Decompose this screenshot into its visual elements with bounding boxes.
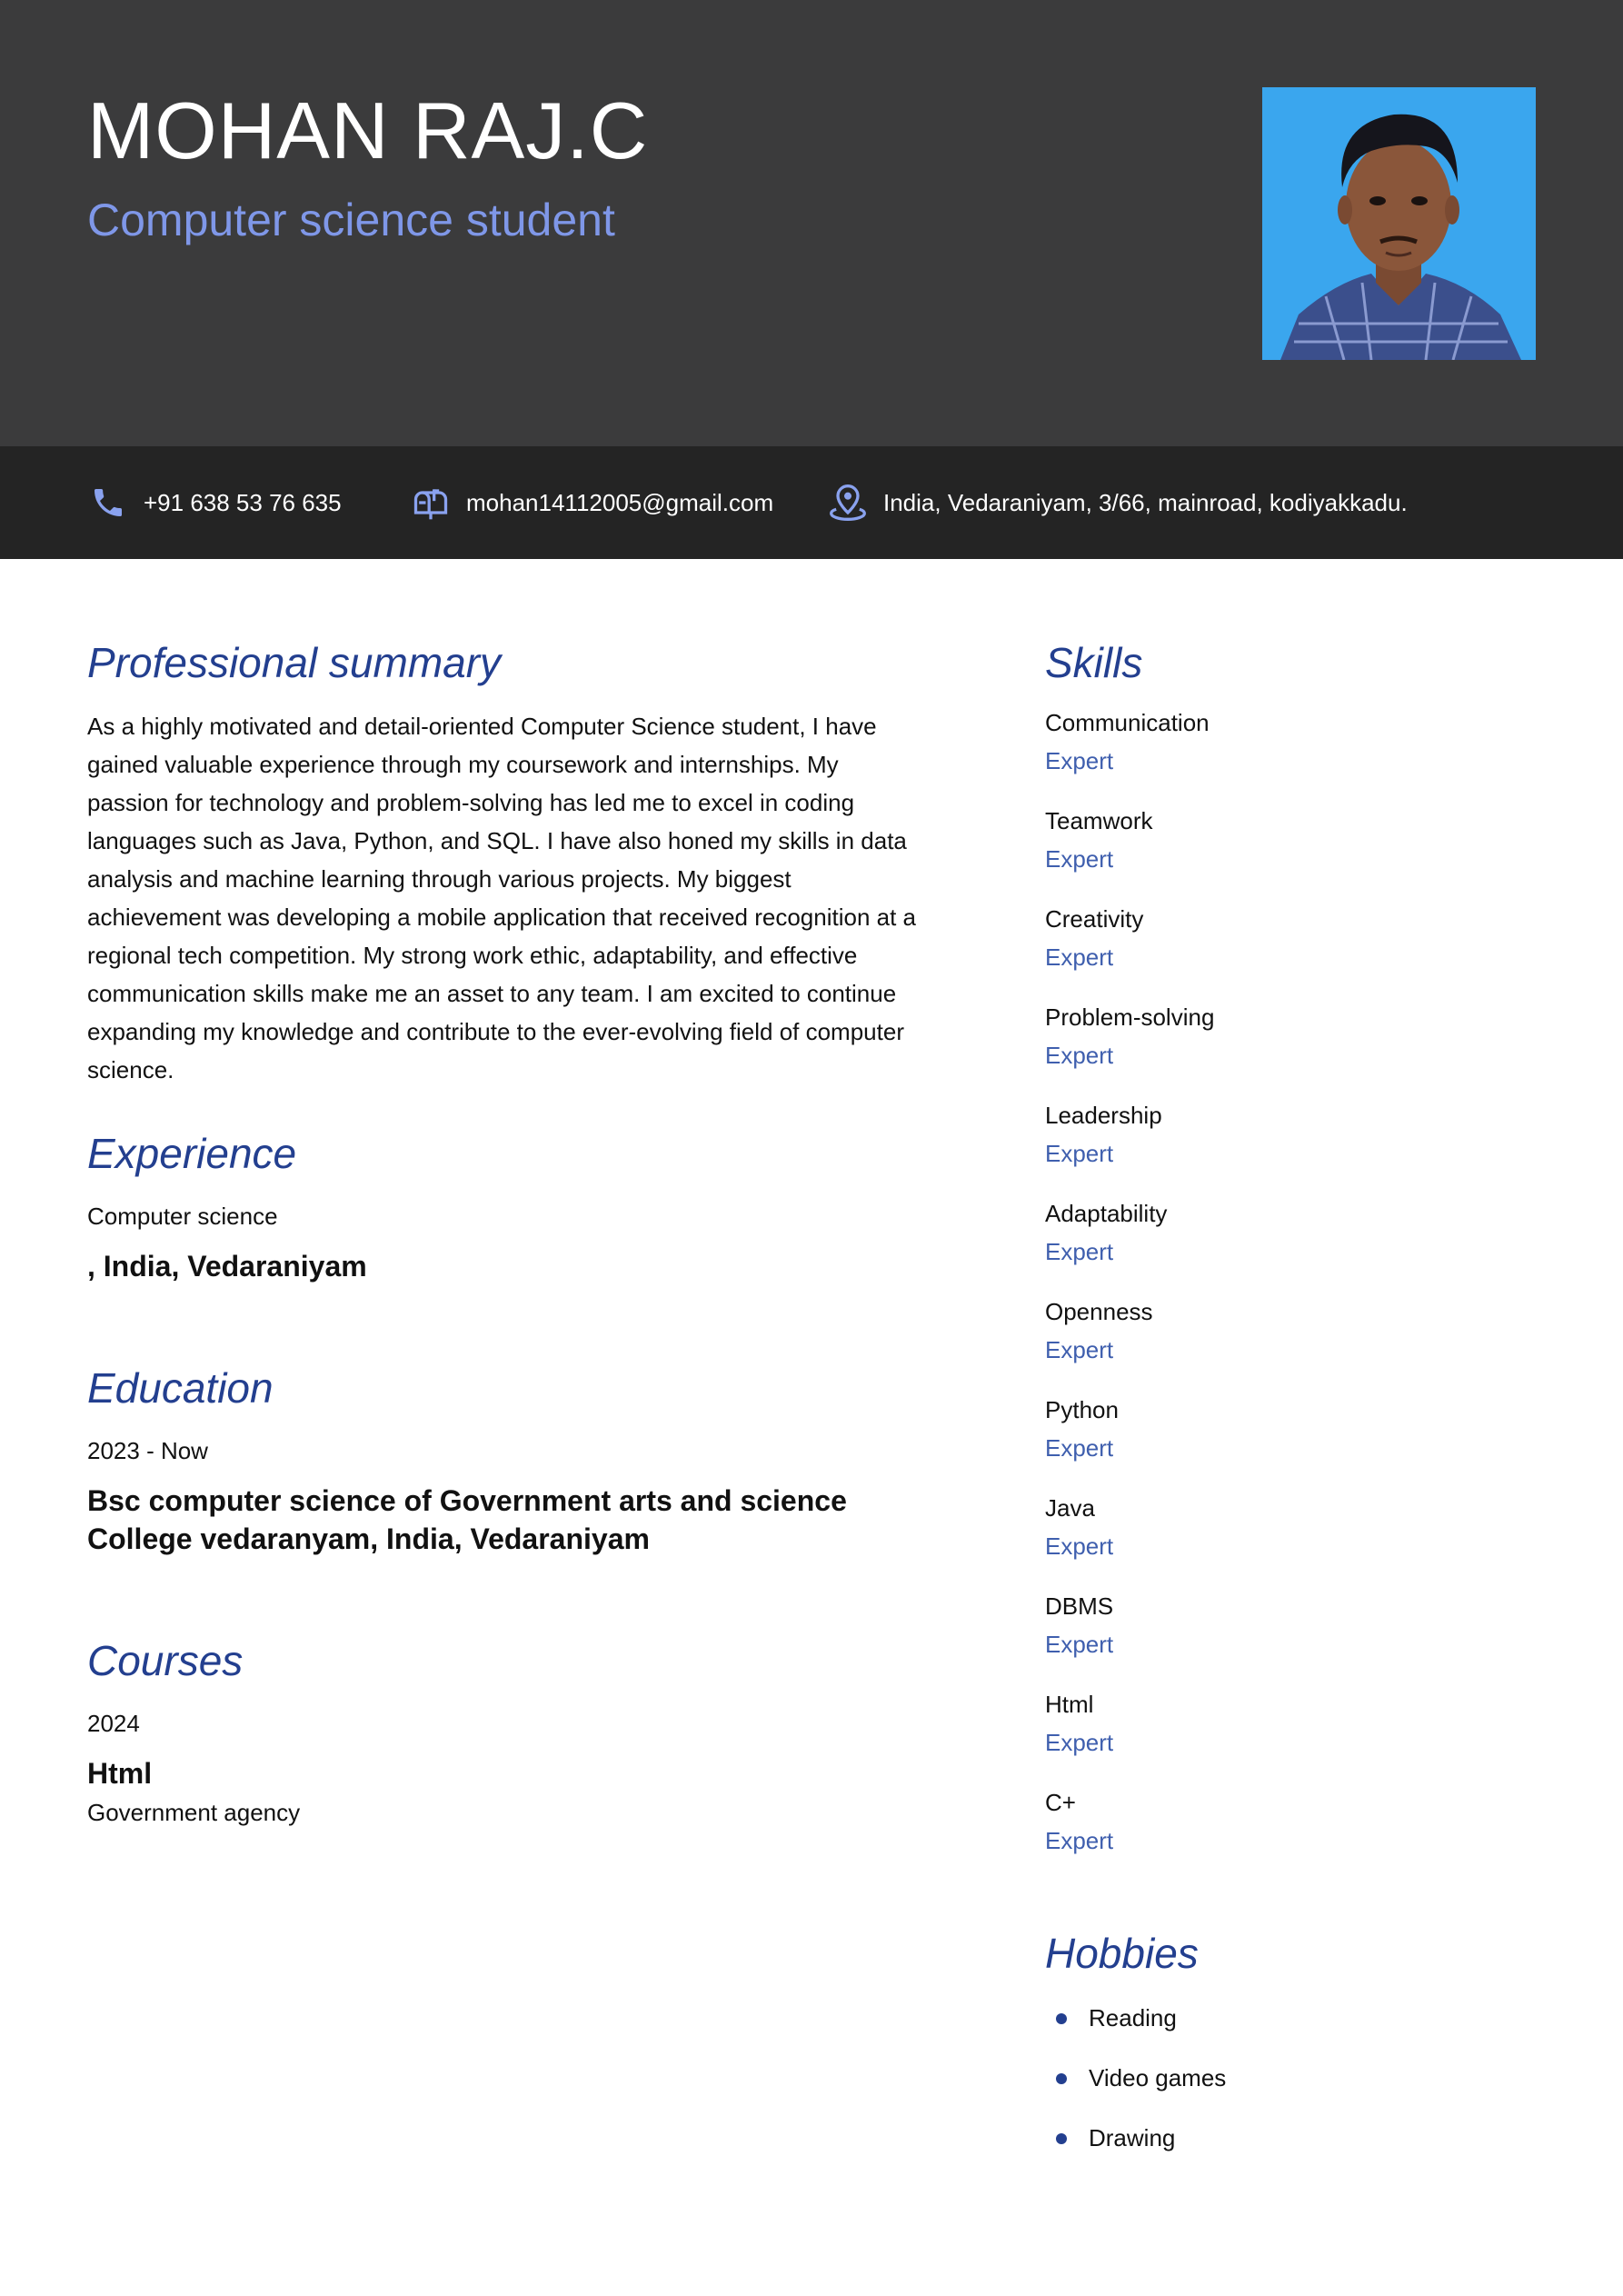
skill-item: Adaptability Expert: [1045, 1194, 1554, 1271]
skills-heading: Skills: [1045, 639, 1143, 686]
email-address: mohan14112005@gmail.com: [466, 488, 774, 516]
summary-section: Professional summary As a highly motivat…: [87, 636, 923, 1089]
right-column: Skills Communication Expert Teamwork Exp…: [1045, 636, 1554, 2169]
skill-name: DBMS: [1045, 1592, 1114, 1620]
hobbies-heading: Hobbies: [1045, 1929, 1199, 1977]
skill-level: Expert: [1045, 1728, 1114, 1756]
skill-name: C+: [1045, 1788, 1076, 1816]
hobby-item: Drawing: [1045, 2109, 1554, 2169]
skill-level: Expert: [1045, 1041, 1114, 1069]
courses-section: Courses 2024 Html Government agency: [87, 1634, 300, 1828]
hobby-item: Video games: [1045, 2049, 1554, 2109]
skill-level: Expert: [1045, 943, 1114, 971]
skill-level: Expert: [1045, 1532, 1114, 1560]
hobby-text: Drawing: [1089, 2124, 1176, 2152]
hobbies-section: Hobbies Reading Video games Drawing: [1045, 1927, 1554, 2169]
skill-level: Expert: [1045, 1826, 1114, 1854]
experience-section: Experience Computer science , India, Ved…: [87, 1127, 367, 1285]
skill-item: Leadership Expert: [1045, 1096, 1554, 1173]
skill-name: Communication: [1045, 708, 1210, 736]
skill-level: Expert: [1045, 1433, 1114, 1462]
skill-name: Java: [1045, 1493, 1095, 1522]
hobbies-list: Reading Video games Drawing: [1045, 1989, 1554, 2169]
summary-heading: Professional summary: [87, 639, 502, 686]
skill-level: Expert: [1045, 1139, 1114, 1167]
skill-level: Expert: [1045, 1630, 1114, 1658]
contact-address[interactable]: India, Vedaraniyam, 3/66, mainroad, kodi…: [827, 446, 1408, 559]
candidate-name: MOHAN RAJ.C: [87, 85, 649, 175]
bullet-icon: [1056, 2072, 1067, 2084]
skill-name: Teamwork: [1045, 806, 1153, 834]
hobby-text: Reading: [1089, 2004, 1177, 2032]
skill-item: Python Expert: [1045, 1391, 1554, 1467]
skill-level: Expert: [1045, 746, 1114, 774]
course-org: Government agency: [87, 1798, 301, 1826]
experience-role: Computer science: [87, 1202, 278, 1230]
summary-text: As a highly motivated and detail-oriente…: [87, 712, 917, 1083]
skill-item: Openness Expert: [1045, 1293, 1554, 1369]
education-dates: 2023 - Now: [87, 1436, 208, 1464]
skill-item: Problem-solving Expert: [1045, 998, 1554, 1074]
skill-level: Expert: [1045, 1237, 1114, 1265]
skill-name: Openness: [1045, 1297, 1153, 1325]
experience-heading: Experience: [87, 1130, 297, 1177]
address: India, Vedaraniyam, 3/66, mainroad, kodi…: [883, 488, 1408, 516]
resume-header: MOHAN RAJ.C Computer science student: [0, 0, 1623, 446]
skill-level: Expert: [1045, 844, 1114, 873]
education-degree: Bsc computer science of Government arts …: [87, 1483, 847, 1555]
skill-name: Creativity: [1045, 904, 1144, 933]
profile-photo: [1262, 87, 1536, 360]
skill-item: Html Expert: [1045, 1685, 1554, 1762]
course-name: Html: [87, 1756, 153, 1790]
experience-place: , India, Vedaraniyam: [87, 1249, 367, 1283]
skill-item: Java Expert: [1045, 1489, 1554, 1565]
contact-bar: +91 638 53 76 635 mohan14112005@gmail.co…: [0, 446, 1623, 559]
contact-email[interactable]: mohan14112005@gmail.com: [410, 446, 773, 559]
skill-name: Leadership: [1045, 1101, 1162, 1129]
education-heading: Education: [87, 1364, 274, 1412]
skill-name: Html: [1045, 1690, 1094, 1718]
skills-list: Communication Expert Teamwork Expert Cre…: [1045, 704, 1554, 1860]
hobby-item: Reading: [1045, 1989, 1554, 2049]
bullet-icon: [1056, 2132, 1067, 2144]
phone-icon: [87, 482, 129, 524]
candidate-headline: Computer science student: [87, 195, 615, 245]
bullet-icon: [1056, 2012, 1067, 2024]
skill-name: Problem-solving: [1045, 1003, 1215, 1031]
courses-heading: Courses: [87, 1637, 244, 1684]
course-year: 2024: [87, 1709, 140, 1737]
skill-item: Communication Expert: [1045, 704, 1554, 780]
skill-name: Adaptability: [1045, 1199, 1168, 1227]
mailbox-icon: [410, 482, 452, 524]
skill-item: Creativity Expert: [1045, 900, 1554, 976]
skill-item: Teamwork Expert: [1045, 802, 1554, 878]
location-pin-icon: [827, 482, 869, 524]
skill-level: Expert: [1045, 1335, 1114, 1363]
hobby-text: Video games: [1089, 2064, 1227, 2092]
skill-item: DBMS Expert: [1045, 1587, 1554, 1663]
education-section: Education 2023 - Now Bsc computer scienc…: [87, 1362, 923, 1558]
skill-name: Python: [1045, 1395, 1119, 1423]
contact-phone[interactable]: +91 638 53 76 635: [87, 446, 342, 559]
phone-number: +91 638 53 76 635: [144, 488, 342, 516]
skill-item: C+ Expert: [1045, 1783, 1554, 1860]
